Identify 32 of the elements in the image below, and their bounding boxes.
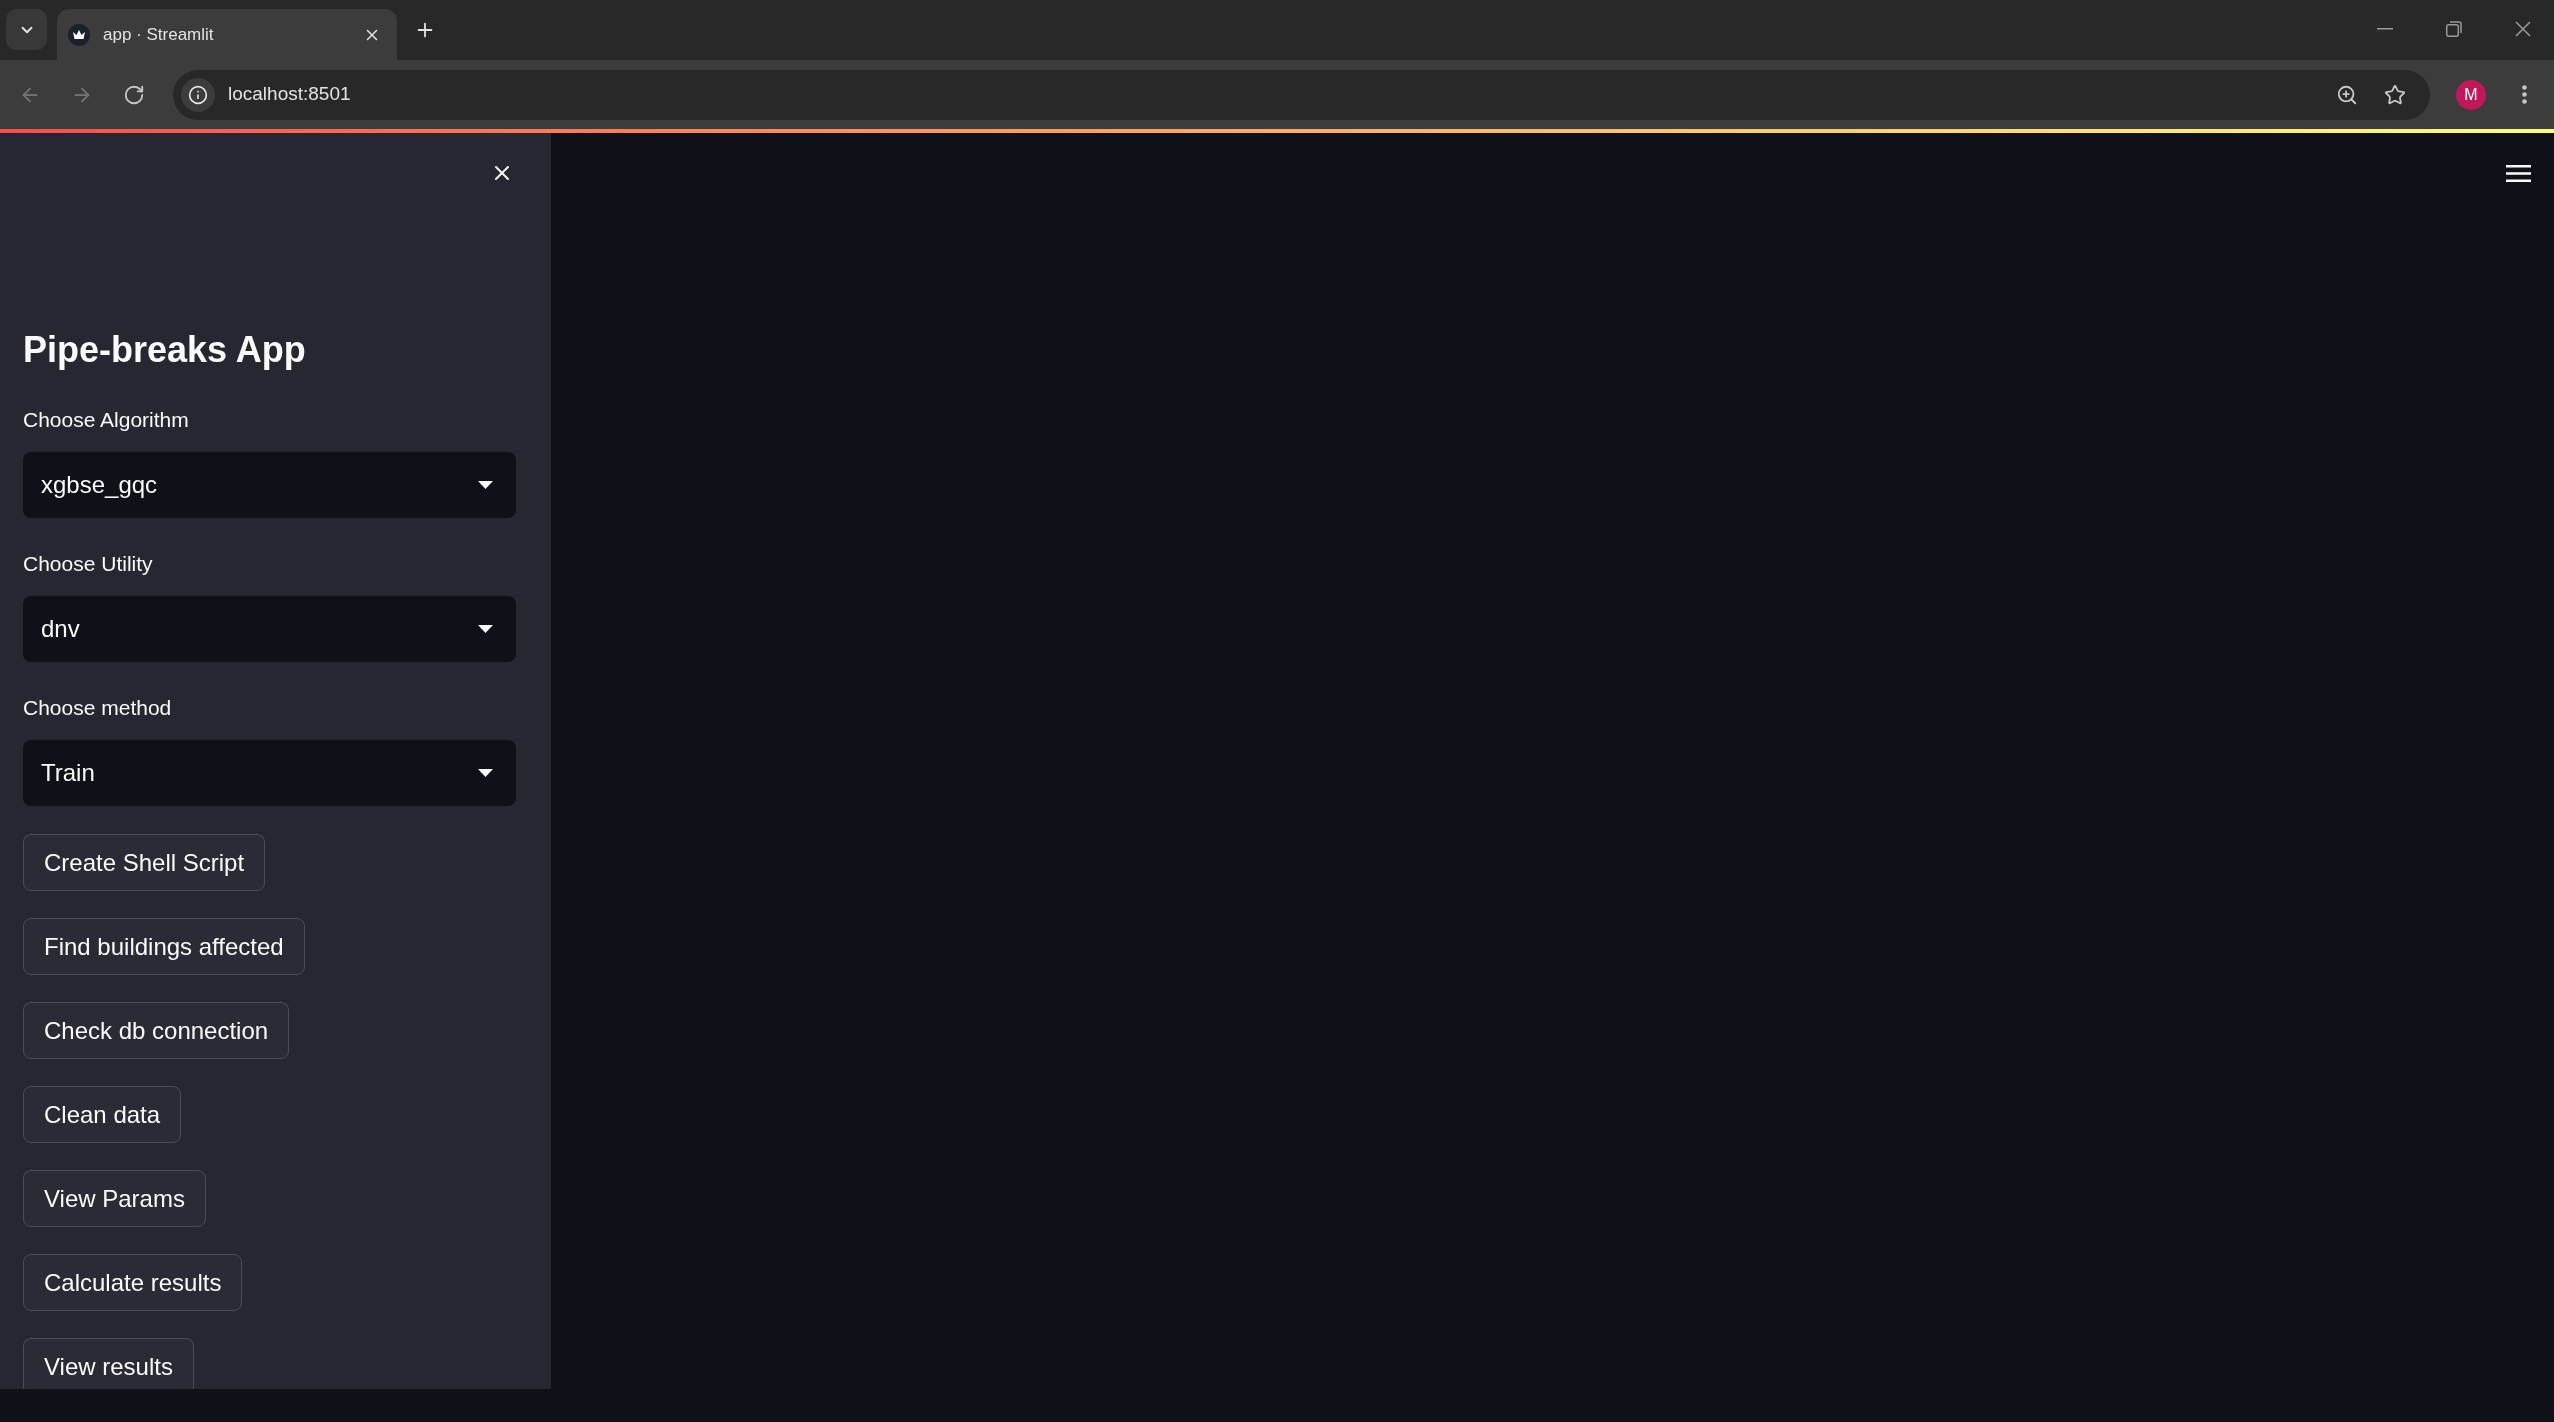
select-dropdown[interactable]: xgbse_gqc [23, 452, 516, 518]
site-info-button[interactable] [181, 77, 215, 112]
zoom-in-icon [2336, 83, 2358, 106]
menu-button[interactable] [2505, 164, 2531, 182]
reload-icon [123, 83, 145, 106]
field-label: Choose method [23, 695, 172, 721]
action-button[interactable]: Check db connection [23, 1002, 290, 1059]
browser-tab[interactable]: app · Streamlit [57, 9, 397, 60]
field-label: Choose Algorithm [23, 407, 189, 433]
star-icon [2384, 83, 2406, 106]
info-icon [188, 84, 208, 105]
action-button[interactable]: Create Shell Script [23, 834, 266, 891]
hamburger-menu-icon [2505, 164, 2531, 182]
action-button[interactable]: View Params [23, 1170, 206, 1227]
caret-down-icon [478, 481, 493, 489]
minimize-icon [2377, 28, 2393, 30]
caret-down-icon [478, 769, 493, 777]
crown-icon [68, 23, 90, 46]
caret-down-icon [478, 625, 493, 633]
sidebar-title: Pipe-breaks App [23, 328, 306, 372]
field-label: Choose Utility [23, 551, 153, 577]
select-dropdown[interactable]: dnv [23, 596, 516, 662]
action-button[interactable]: Find buildings affected [23, 918, 305, 975]
more-icon [2521, 85, 2527, 104]
restore-icon [2446, 21, 2462, 37]
action-button[interactable]: View results [23, 1338, 194, 1389]
action-button[interactable]: Calculate results [23, 1254, 243, 1311]
address-bar[interactable]: localhost:8501 [173, 69, 2430, 120]
profile-button[interactable]: M [2456, 79, 2486, 110]
select-dropdown[interactable]: Train [23, 740, 516, 806]
action-button[interactable]: Clean data [23, 1086, 182, 1143]
close-icon [2515, 21, 2531, 37]
